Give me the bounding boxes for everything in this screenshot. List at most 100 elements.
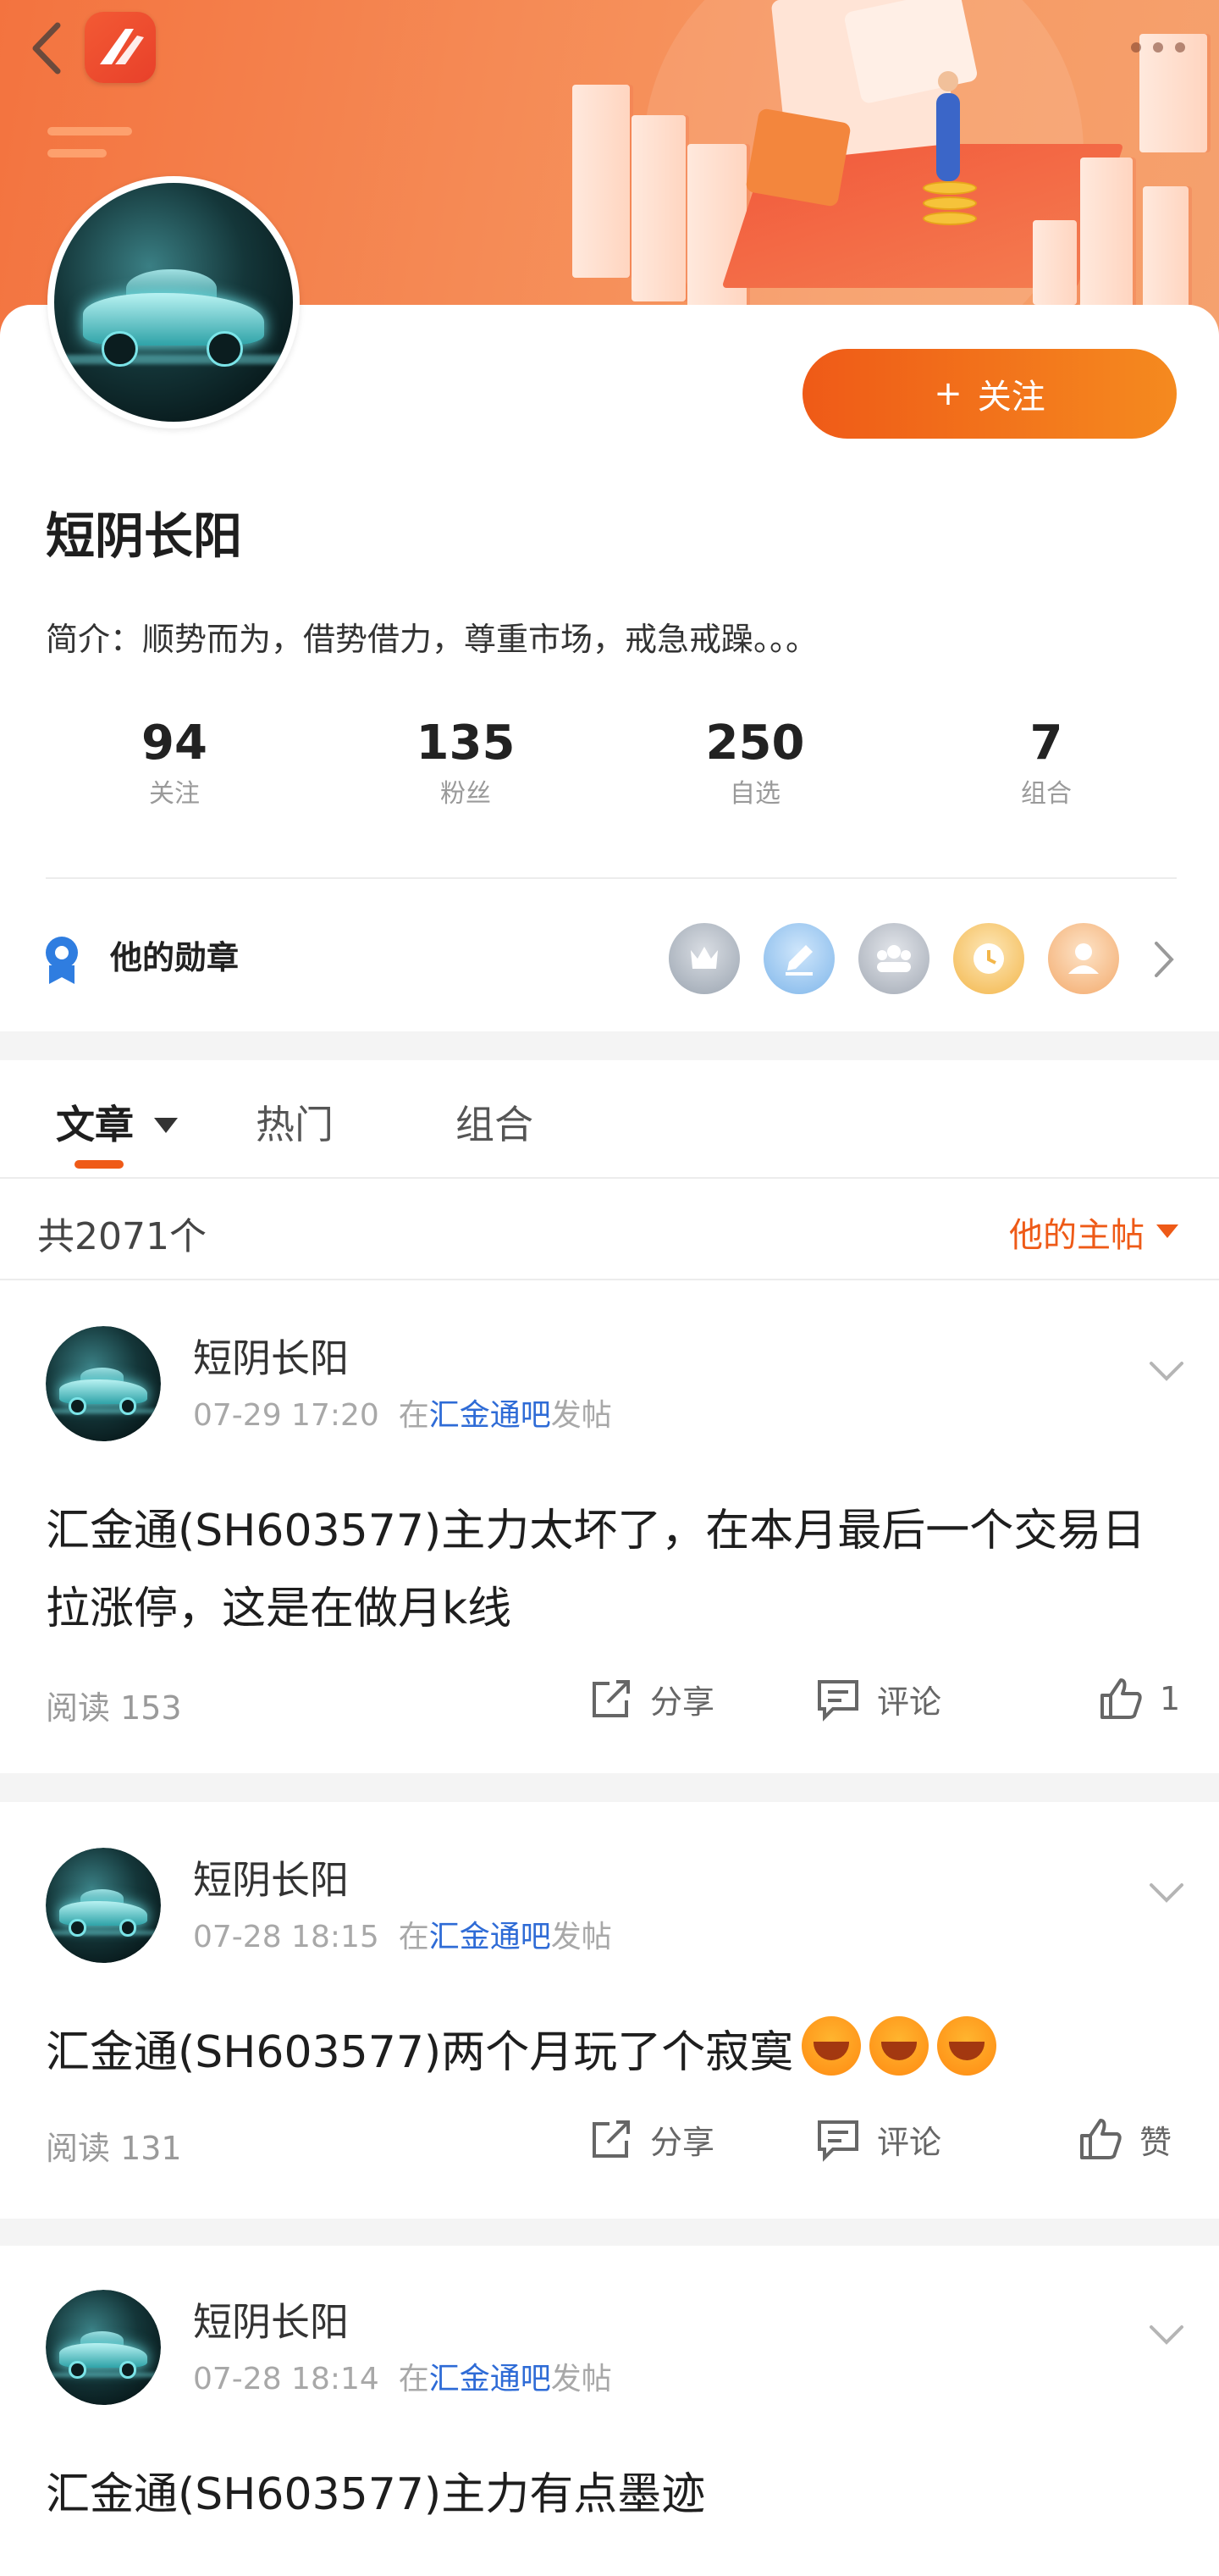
post-avatar[interactable] xyxy=(46,2290,161,2405)
post-actions: 阅读 153 分享 评论 1 xyxy=(0,1670,1219,1729)
profile-nickname: 短阴长阳 xyxy=(46,507,243,565)
post-card[interactable]: 短阴长阳 07-28 18:15 在汇金通吧发帖 汇金通(SH603577)两个… xyxy=(0,1804,1219,2219)
stat-watchlist[interactable]: 250 自选 xyxy=(670,710,840,811)
banner-decoration xyxy=(47,149,107,158)
comment-button[interactable]: 评论 xyxy=(814,2115,941,2163)
follow-label: 关注 xyxy=(977,378,1045,417)
post-time: 07-29 17:20 xyxy=(193,1398,379,1433)
tab-active-indicator xyxy=(74,1160,124,1169)
like-button[interactable]: 赞 xyxy=(1077,2115,1172,2163)
section-gap xyxy=(0,2219,1219,2247)
post-prefix: 在 xyxy=(398,1398,429,1433)
laugh-emoji-icon xyxy=(869,2016,929,2076)
tab-articles[interactable]: 文章 xyxy=(56,1094,179,1150)
list-header: 共2071个 他的主帖 xyxy=(0,1179,1219,1280)
like-button[interactable]: 1 xyxy=(1097,1675,1180,1722)
post-meta: 07-28 18:14 在汇金通吧发帖 xyxy=(193,2354,612,2398)
banner-person xyxy=(936,93,960,181)
share-button[interactable]: 分享 xyxy=(587,1675,714,1722)
tab-label: 热门 xyxy=(256,1102,334,1147)
tab-portfolio[interactable]: 组合 xyxy=(455,1094,533,1150)
chevron-down-icon[interactable] xyxy=(1148,1358,1185,1384)
post-author[interactable]: 短阴长阳 xyxy=(193,1328,349,1384)
stat-portfolio[interactable]: 7 组合 xyxy=(962,710,1131,811)
filter-label: 他的主帖 xyxy=(1009,1216,1145,1255)
person-medal-icon xyxy=(1048,923,1119,994)
post-suffix: 发帖 xyxy=(550,2362,612,2396)
post-read-count: 阅读 131 xyxy=(46,2130,182,2167)
chevron-down-icon[interactable] xyxy=(1148,2322,1185,2347)
divider xyxy=(46,877,1177,879)
banner-building xyxy=(687,144,747,313)
medals-row[interactable]: 他的勋章 xyxy=(0,898,1219,1008)
caret-down-icon xyxy=(1156,1224,1178,1238)
share-button[interactable]: 分享 xyxy=(587,2115,714,2163)
profile-bio: 简介：顺势而为，借势借力，尊重市场，戒急戒躁。。。 xyxy=(46,621,819,658)
chevron-left-icon xyxy=(32,22,61,75)
profile-stats: 94 关注 135 粉丝 250 自选 7 组合 xyxy=(0,710,1219,828)
post-avatar[interactable] xyxy=(46,1326,161,1441)
post-filter-dropdown[interactable]: 他的主帖 xyxy=(1009,1208,1178,1257)
thumbs-up-icon xyxy=(1080,2119,1122,2159)
banner-building xyxy=(1080,158,1133,310)
section-gap xyxy=(0,1773,1219,1802)
follow-button[interactable]: + 关注 xyxy=(803,349,1177,439)
post-bar-link[interactable]: 汇金通吧 xyxy=(429,1920,551,1954)
post-bar-link[interactable]: 汇金通吧 xyxy=(429,1398,551,1433)
back-button[interactable] xyxy=(25,19,68,78)
post-card[interactable]: 短阴长阳 07-29 17:20 在汇金通吧发帖 汇金通(SH603577)主力… xyxy=(0,1282,1219,1773)
more-dots-icon[interactable] xyxy=(1126,34,1194,59)
post-author[interactable]: 短阴长阳 xyxy=(193,2291,349,2347)
post-suffix: 发帖 xyxy=(550,1920,612,1954)
post-time: 07-28 18:15 xyxy=(193,1920,379,1954)
post-content-text: 汇金通(SH603577)两个月玩了个寂寞 xyxy=(46,2027,794,2078)
app-logo-icon[interactable] xyxy=(85,12,156,83)
comment-icon xyxy=(818,1680,858,1722)
avatar-image xyxy=(54,183,293,422)
avatar[interactable] xyxy=(47,176,300,428)
banner-building xyxy=(1143,186,1189,313)
post-meta: 07-28 18:15 在汇金通吧发帖 xyxy=(193,1912,612,1956)
chevron-right-icon xyxy=(1155,942,1174,977)
share-label: 分享 xyxy=(650,2123,715,2161)
post-content[interactable]: 汇金通(SH603577)主力太坏了，在本月最后一个交易日拉涨停，这是在做月k线 xyxy=(46,1492,1180,1648)
post-actions: 阅读 131 分享 评论 赞 xyxy=(0,2110,1219,2170)
post-author[interactable]: 短阴长阳 xyxy=(193,1849,349,1905)
comment-button[interactable]: 评论 xyxy=(814,1675,941,1722)
post-time: 07-28 18:14 xyxy=(193,2362,379,2396)
stat-value: 250 xyxy=(705,716,805,771)
chevron-down-icon[interactable] xyxy=(1148,1880,1185,1905)
post-card[interactable]: 短阴长阳 07-28 18:14 在汇金通吧发帖 汇金通(SH603577)主力… xyxy=(0,2246,1219,2576)
tab-label: 组合 xyxy=(455,1102,533,1147)
pen-medal-icon xyxy=(764,923,835,994)
stat-value: 94 xyxy=(141,716,207,771)
tab-hot[interactable]: 热门 xyxy=(256,1094,334,1150)
caret-down-icon xyxy=(154,1118,179,1133)
stat-label: 关注 xyxy=(149,779,200,809)
thumbs-up-icon xyxy=(1100,1678,1142,1719)
medal-badge-icon xyxy=(46,937,78,984)
banner-chart-card xyxy=(745,108,852,207)
post-content[interactable]: 汇金通(SH603577)主力有点墨迹 xyxy=(46,2456,1180,2534)
stat-following[interactable]: 94 关注 xyxy=(90,710,259,811)
laugh-emoji-icon xyxy=(802,2016,862,2076)
laugh-emoji-icon xyxy=(937,2016,997,2076)
banner-building xyxy=(572,85,630,278)
stat-value: 135 xyxy=(416,716,516,771)
plus-icon: + xyxy=(934,374,963,413)
comment-icon xyxy=(818,2120,858,2162)
stat-label: 粉丝 xyxy=(440,779,491,809)
post-bar-link[interactable]: 汇金通吧 xyxy=(429,2362,551,2396)
avatar-image xyxy=(46,1326,161,1441)
banner-building xyxy=(1033,220,1077,305)
comment-label: 评论 xyxy=(877,1683,942,1721)
stat-fans[interactable]: 135 粉丝 xyxy=(381,710,550,811)
like-label: 赞 xyxy=(1139,2123,1172,2161)
post-suffix: 发帖 xyxy=(550,1398,612,1433)
post-avatar[interactable] xyxy=(46,1848,161,1963)
section-gap xyxy=(0,1031,1219,1060)
banner-coin xyxy=(923,196,977,210)
tab-bar: 文章 热门 组合 xyxy=(0,1060,1219,1179)
avatar-image xyxy=(46,1848,161,1963)
post-content[interactable]: 汇金通(SH603577)两个月玩了个寂寞 xyxy=(46,2014,1180,2092)
